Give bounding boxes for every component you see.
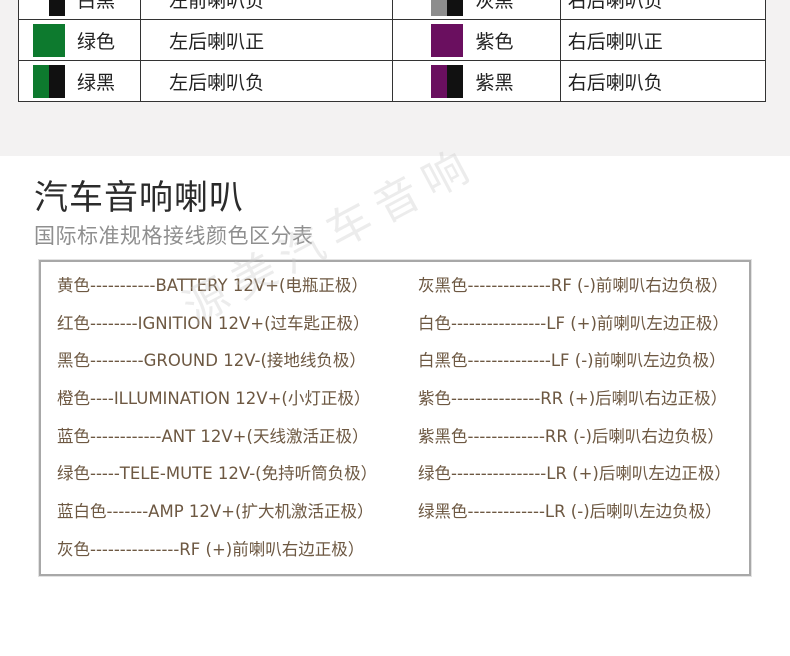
wiring-list-item: 蓝色------------ANT 12V+(天线激活正极） [57,426,369,446]
wire-color-swatch [33,23,65,57]
wiring-list-item: 橙色----ILLUMINATION 12V+(小灯正极） [57,389,371,409]
wire-color-cell: 绿黑 [17,60,142,102]
wire-color-cell: 紫黑 [392,60,561,102]
color-table: 白黑 左前喇叭负 灰黑 右后喇叭负 绿色 左后喇叭正 紫色 右后喇叭正 绿黑 左后喇叭负 紫黑 右后喇… [17,0,767,102]
wire-color-swatch [431,23,464,57]
wiring-list-item: 红色--------IGNITION 12V+(过车匙正极） [57,313,370,333]
wire-function: 右后喇叭负 [559,0,767,20]
wiring-list-item: 紫色---------------RR (+)后喇叭右边正极） [418,389,728,409]
wire-function: 左后喇叭负 [140,60,394,102]
wiring-list-item: 灰黑色--------------RF (-)前喇叭右边负极） [418,276,728,295]
wiring-list-item: 绿色-----TELE-MUTE 12V-(免持听筒负极） [57,464,378,484]
color-table-row: 绿色 左后喇叭正 紫色 右后喇叭正 [17,19,767,61]
wiring-list-right: 灰黑色--------------RF (-)前喇叭右边负极） 白色-------… [418,272,731,536]
wiring-list-item: 黑色---------GROUND 12V-(接地线负极） [57,351,366,371]
wiring-list-panel: 黄色-----------BATTERY 12V+(电瓶正极） 红色-------… [39,260,751,576]
wire-function: 左前喇叭负 [140,0,394,20]
wire-color-swatch [33,64,65,98]
wire-color-swatch [431,0,464,16]
wire-color-name: 绿黑 [77,71,116,94]
wiring-list-item: 黄色-----------BATTERY 12V+(电瓶正极） [57,276,368,295]
wire-color-cell: 紫色 [392,19,561,61]
wire-color-name: 紫黑 [475,71,514,94]
color-table-row: 白黑 左前喇叭负 灰黑 右后喇叭负 [17,0,767,20]
wiring-list-item: 白色----------------LF (+)前喇叭左边正极） [418,313,729,333]
wire-color-name: 绿色 [77,30,116,53]
page-title: 汽车音响喇叭 [34,178,244,218]
wire-color-name: 紫色 [475,30,514,53]
wiring-list-item: 蓝白色-------AMP 12V+(扩大机激活正极） [57,502,374,522]
wire-color-cell: 绿色 [17,19,142,61]
wiring-list-item: 绿黑色-------------LR (-)后喇叭左边负极） [418,502,722,522]
page-subtitle: 国际标准规格接线颜色区分表 [34,224,314,248]
wire-function: 右后喇叭正 [559,19,767,61]
wiring-list-left: 黄色-----------BATTERY 12V+(电瓶正极） 红色-------… [57,272,377,574]
color-table-row: 绿黑 左后喇叭负 紫黑 右后喇叭负 [17,60,767,102]
wiring-list-item: 绿色----------------LR (+)后喇叭左边正极） [418,464,731,484]
wiring-list-item: 灰色---------------RF (+)前喇叭右边正极） [57,539,365,559]
wire-color-swatch [33,0,65,16]
wire-function: 右后喇叭负 [559,60,767,102]
wire-color-swatch [431,64,464,98]
wire-color-cell: 白黑 [17,0,142,20]
color-table-band: 白黑 左前喇叭负 灰黑 右后喇叭负 绿色 左后喇叭正 紫色 右后喇叭正 绿黑 左后喇叭负 紫黑 右后喇… [0,0,790,156]
wire-color-name: 白黑 [77,0,116,12]
wire-color-cell: 灰黑 [392,0,561,20]
wiring-list-item: 白黑色--------------LF (-)前喇叭左边负极） [418,351,726,371]
wiring-list-item: 紫黑色-------------RR (-)后喇叭右边负极） [418,426,724,446]
wire-color-name: 灰黑 [475,0,514,12]
wire-function: 左后喇叭正 [140,19,394,61]
